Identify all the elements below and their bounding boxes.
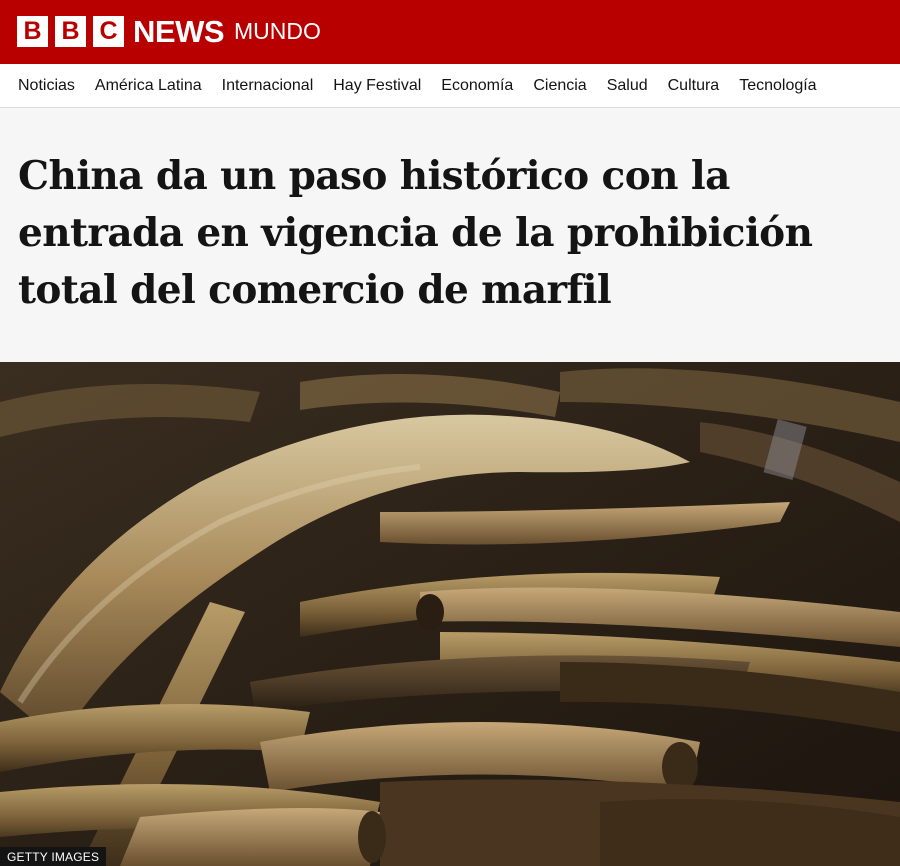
section-navigation: Noticias América Latina Internacional Ha… — [0, 64, 900, 108]
nav-item-cultura[interactable]: Cultura — [668, 77, 720, 95]
nav-item-salud[interactable]: Salud — [607, 77, 648, 95]
masthead: B B C NEWS MUNDO — [0, 0, 900, 64]
article-headline: China da un paso histórico con la entrad… — [18, 153, 813, 313]
logo-letter-b1: B — [17, 16, 48, 47]
nav-item-internacional[interactable]: Internacional — [222, 77, 314, 95]
logo-letter-c: C — [93, 16, 124, 47]
ivory-tusks-photo — [0, 362, 900, 866]
nav-item-noticias[interactable]: Noticias — [18, 77, 75, 95]
logo-edition-text: MUNDO — [234, 18, 321, 44]
nav-item-tecnologia[interactable]: Tecnología — [739, 77, 816, 95]
logo-news-text: NEWS — [133, 14, 225, 49]
nav-item-hay-festival[interactable]: Hay Festival — [333, 77, 421, 95]
nav-item-ciencia[interactable]: Ciencia — [533, 77, 586, 95]
nav-item-economia[interactable]: Economía — [441, 77, 513, 95]
image-credit: GETTY IMAGES — [0, 847, 107, 866]
hero-image: GETTY IMAGES — [0, 362, 900, 866]
nav-item-america-latina[interactable]: América Latina — [95, 77, 202, 95]
headline-section: China da un paso histórico con la entrad… — [0, 108, 900, 362]
bbc-news-mundo-logo[interactable]: B B C NEWS MUNDO — [17, 16, 321, 47]
logo-letter-b2: B — [55, 16, 86, 47]
